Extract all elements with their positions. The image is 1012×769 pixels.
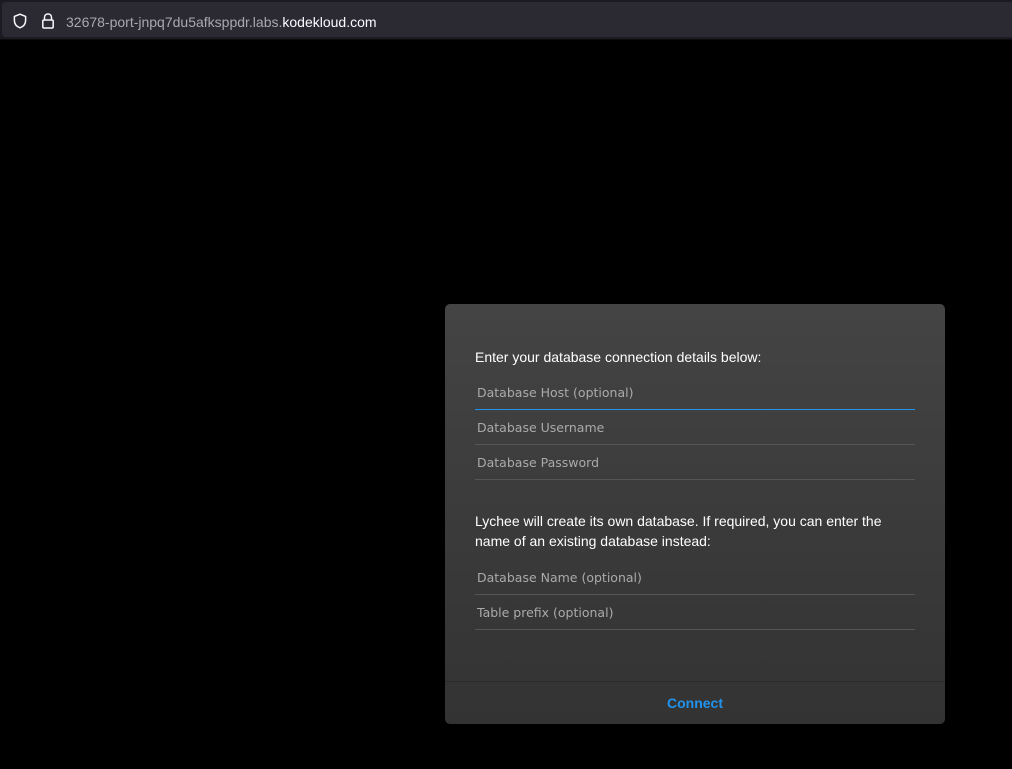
database-name-field-wrapper <box>475 561 915 595</box>
browser-url-bar: 32678-port-jnpq7du5afksppdr.labs.kodeklo… <box>0 0 1012 40</box>
url-bar-divider <box>0 39 1012 40</box>
url-domain: kodekloud.com <box>282 14 377 30</box>
lock-icon[interactable] <box>40 12 56 30</box>
table-prefix-input[interactable] <box>475 596 915 629</box>
shield-icon[interactable] <box>12 13 28 29</box>
url-text[interactable]: 32678-port-jnpq7du5afksppdr.labs.kodeklo… <box>66 13 377 31</box>
existing-database-text: Lychee will create its own database. If … <box>475 513 882 549</box>
table-prefix-field-wrapper <box>475 596 915 630</box>
connect-button[interactable]: Connect <box>445 682 945 724</box>
url-field[interactable]: 32678-port-jnpq7du5afksppdr.labs.kodeklo… <box>2 2 1012 37</box>
database-name-input[interactable] <box>475 561 915 594</box>
database-setup-dialog: Enter your database connection details b… <box>445 304 945 724</box>
intro-text: Enter your database connection details b… <box>475 349 762 365</box>
url-prefix: 32678-port-jnpq7du5afksppdr.labs. <box>66 14 283 30</box>
database-host-field-wrapper <box>475 376 915 410</box>
database-username-field-wrapper <box>475 411 915 445</box>
dialog-footer: Connect <box>445 681 945 724</box>
database-username-input[interactable] <box>475 411 915 444</box>
database-password-input[interactable] <box>475 446 915 479</box>
database-host-input[interactable] <box>475 376 915 409</box>
database-password-field-wrapper <box>475 446 915 480</box>
